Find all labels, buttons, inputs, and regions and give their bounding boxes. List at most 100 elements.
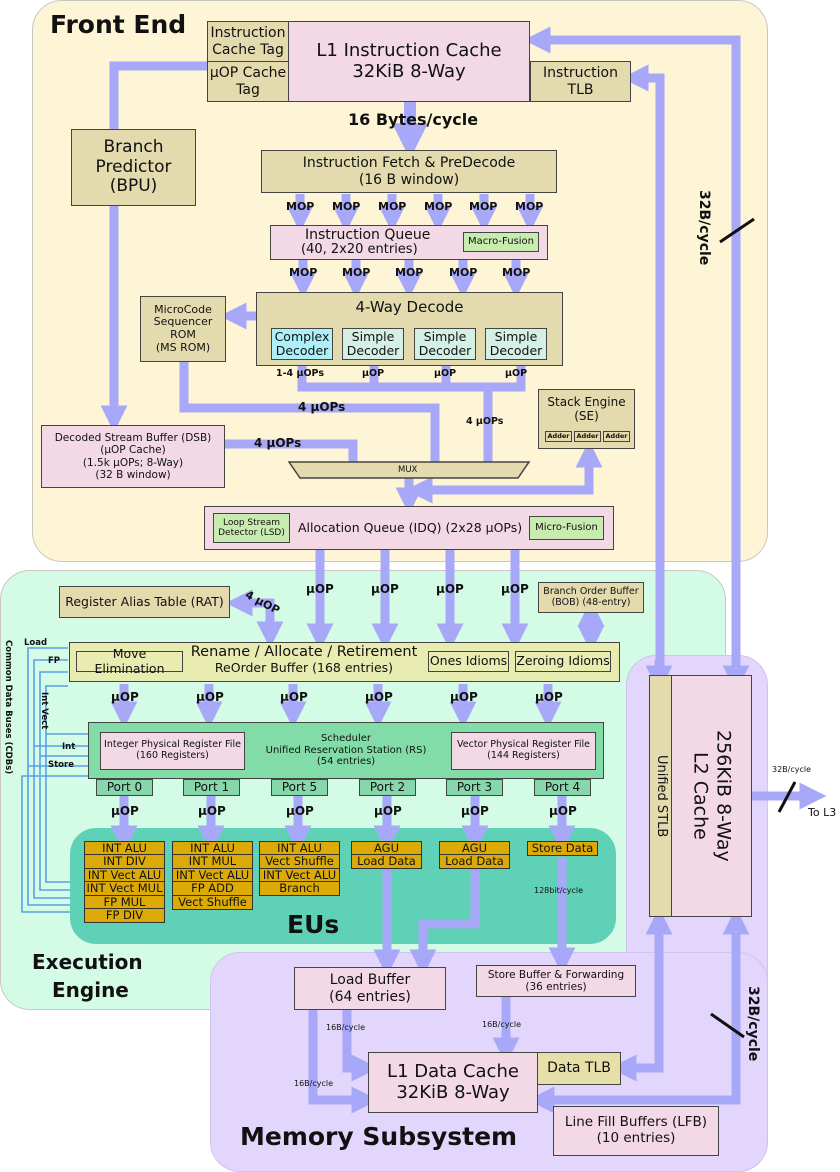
mop-label: MOP xyxy=(378,200,407,213)
wire-tag-to-bpu xyxy=(109,61,208,130)
wire-load-data xyxy=(409,870,480,977)
mop-label: MOP xyxy=(515,200,544,213)
uop-label: µOP xyxy=(280,690,308,704)
rob-label: Rename / Allocate / Retirement ReOrder B… xyxy=(190,644,418,675)
to-l3-label: To L3 xyxy=(808,806,837,819)
move-elimination: Move Elimination xyxy=(76,646,183,675)
instruction-fetch-predecode: Instruction Fetch & PreDecode (16 B wind… xyxy=(261,150,557,193)
load-buffer: Load Buffer (64 entries) xyxy=(294,967,446,1010)
port-4: Port 4 xyxy=(534,779,591,796)
mop-label: MOP xyxy=(332,200,361,213)
cdb-int-label: Int xyxy=(62,742,76,752)
wire-decoder-outputs xyxy=(297,366,526,392)
bw-16b-label: 16B/cycle xyxy=(326,1023,366,1032)
decoded-stream-buffer: Decoded Stream Buffer (DSB) (µOP Cache) … xyxy=(41,425,225,488)
mop-label: MOP xyxy=(449,266,478,279)
decoder-output-label: 1-4 µOPs xyxy=(276,368,324,379)
port-0: Port 0 xyxy=(96,779,153,796)
cdb-lines xyxy=(21,647,88,913)
uop-label: µOP xyxy=(436,582,464,596)
mop-label: MOP xyxy=(502,266,531,279)
execution-unit: Load Data xyxy=(351,854,422,869)
simple-decoder: Simple Decoder xyxy=(485,328,547,360)
store-bandwidth-label: 128bit/cycle xyxy=(534,886,584,895)
complex-decoder: Complex Decoder xyxy=(271,328,333,360)
port-3: Port 3 xyxy=(446,779,503,796)
cdb-load-label: Load xyxy=(24,638,48,648)
l2-front-end-bandwidth-label: 32B/cycle xyxy=(696,190,712,266)
port-1: Port 1 xyxy=(183,779,240,796)
vector-physical-register-file: Vector Physical Register File (144 Regis… xyxy=(451,732,596,770)
uop-label: µOP xyxy=(111,690,139,704)
cdb-int-vect-label: Int Vect xyxy=(39,692,49,730)
l2-l1d-bandwidth-label: 32B/cycle xyxy=(745,986,761,1062)
uop-label: µOP xyxy=(501,582,529,596)
port-5: Port 5 xyxy=(271,779,328,796)
adder: Adder xyxy=(545,431,572,442)
uop-label: µOP xyxy=(196,690,224,704)
unified-stlb: Unified STLB xyxy=(649,675,672,917)
idq-label: Allocation Queue (IDQ) (2x28 µOPs) xyxy=(298,520,523,535)
front-end-title: Front End xyxy=(50,10,187,39)
data-tlb: Data TLB xyxy=(537,1052,621,1085)
eu-port-5: INT ALU Vect Shuffle INT Vect ALU Branch xyxy=(259,840,340,896)
bw-16b-label: 16B/cycle xyxy=(482,1020,522,1029)
simple-decoder: Simple Decoder xyxy=(342,328,404,360)
execution-unit: Store Data xyxy=(527,840,598,856)
macro-fusion: Macro-Fusion xyxy=(463,232,539,252)
integer-physical-register-file: Integer Physical Register File (160 Regi… xyxy=(100,732,245,770)
execution-engine-title-1: Execution xyxy=(32,950,143,974)
microcode-sequencer-rom: MicroCode Sequencer ROM (MS ROM) xyxy=(140,296,226,362)
icache-tag: Instruction Cache Tag xyxy=(207,21,289,62)
decoder-output-label: µOP xyxy=(434,368,457,379)
instruction-tlb: Instruction TLB xyxy=(530,61,631,102)
uop-label: µOP xyxy=(365,690,393,704)
simple-decoder: Simple Decoder xyxy=(414,328,476,360)
mux-label: MUX xyxy=(398,465,418,475)
uop-label: µOP xyxy=(535,690,563,704)
eus-title: EUs xyxy=(287,910,340,939)
wire-lb-to-l1d xyxy=(342,1010,379,1082)
decoder-output-label: µOP xyxy=(362,368,385,379)
l3-bandwidth-label: 32B/cycle xyxy=(772,765,812,774)
cdb-store-label: Store xyxy=(48,760,74,770)
mop-label: MOP xyxy=(342,266,371,279)
decoders-uops-label: 4 µOPs xyxy=(466,416,504,427)
micro-fusion: Micro-Fusion xyxy=(529,516,604,540)
cdb-fp-label: FP xyxy=(48,656,61,666)
msrom-uops-label: 4 µOPs xyxy=(298,400,346,414)
execution-unit: Branch xyxy=(259,881,340,896)
mop-label: MOP xyxy=(424,200,453,213)
cdb-title: Common Data Buses (CDBs) xyxy=(3,640,13,775)
uop-label: µOP xyxy=(198,804,226,818)
uop-label: µOP xyxy=(371,582,399,596)
uop-cache-tag: µOP Cache Tag xyxy=(207,61,289,102)
loop-stream-detector: Loop Stream Detector (LSD) xyxy=(213,513,290,543)
dsb-uops-label: 4 µOPs xyxy=(254,436,302,450)
fetch-bandwidth-label: 16 Bytes/cycle xyxy=(348,110,479,129)
eu-port-3: AGU Load Data xyxy=(439,840,510,869)
execution-unit: FP DIV xyxy=(84,908,165,923)
mop-label: MOP xyxy=(395,266,424,279)
decoder-output-label: µOP xyxy=(505,368,528,379)
adder: Adder xyxy=(574,431,601,442)
uop-label: µOP xyxy=(450,690,478,704)
memory-subsystem-title: Memory Subsystem xyxy=(240,1122,518,1151)
uop-label: µOP xyxy=(461,804,489,818)
uop-label: µOP xyxy=(286,804,314,818)
uop-label: µOP xyxy=(306,582,334,596)
execution-engine-title-2: Engine xyxy=(52,978,129,1002)
eu-port-2: AGU Load Data xyxy=(351,840,422,869)
store-buffer-forwarding: Store Buffer & Forwarding (36 entries) xyxy=(476,965,636,997)
execution-unit: Load Data xyxy=(439,854,510,869)
wire-l2-to-l1i xyxy=(523,26,741,675)
ones-idioms: Ones Idioms xyxy=(428,651,509,672)
register-alias-table: Register Alias Table (RAT) xyxy=(59,586,230,618)
bw-16b-label: 16B/cycle xyxy=(294,1079,334,1088)
eu-port-4: Store Data xyxy=(527,840,598,856)
eu-port-0: INT ALU INT DIV INT Vect ALU INT Vect MUL FP… xyxy=(84,840,165,923)
uop-label: µOP xyxy=(111,804,139,818)
l1-instruction-cache: L1 Instruction Cache 32KiB 8-Way xyxy=(288,21,530,102)
line-fill-buffers: Line Fill Buffers (LFB) (10 entries) xyxy=(553,1106,719,1156)
uop-label: µOP xyxy=(374,804,402,818)
